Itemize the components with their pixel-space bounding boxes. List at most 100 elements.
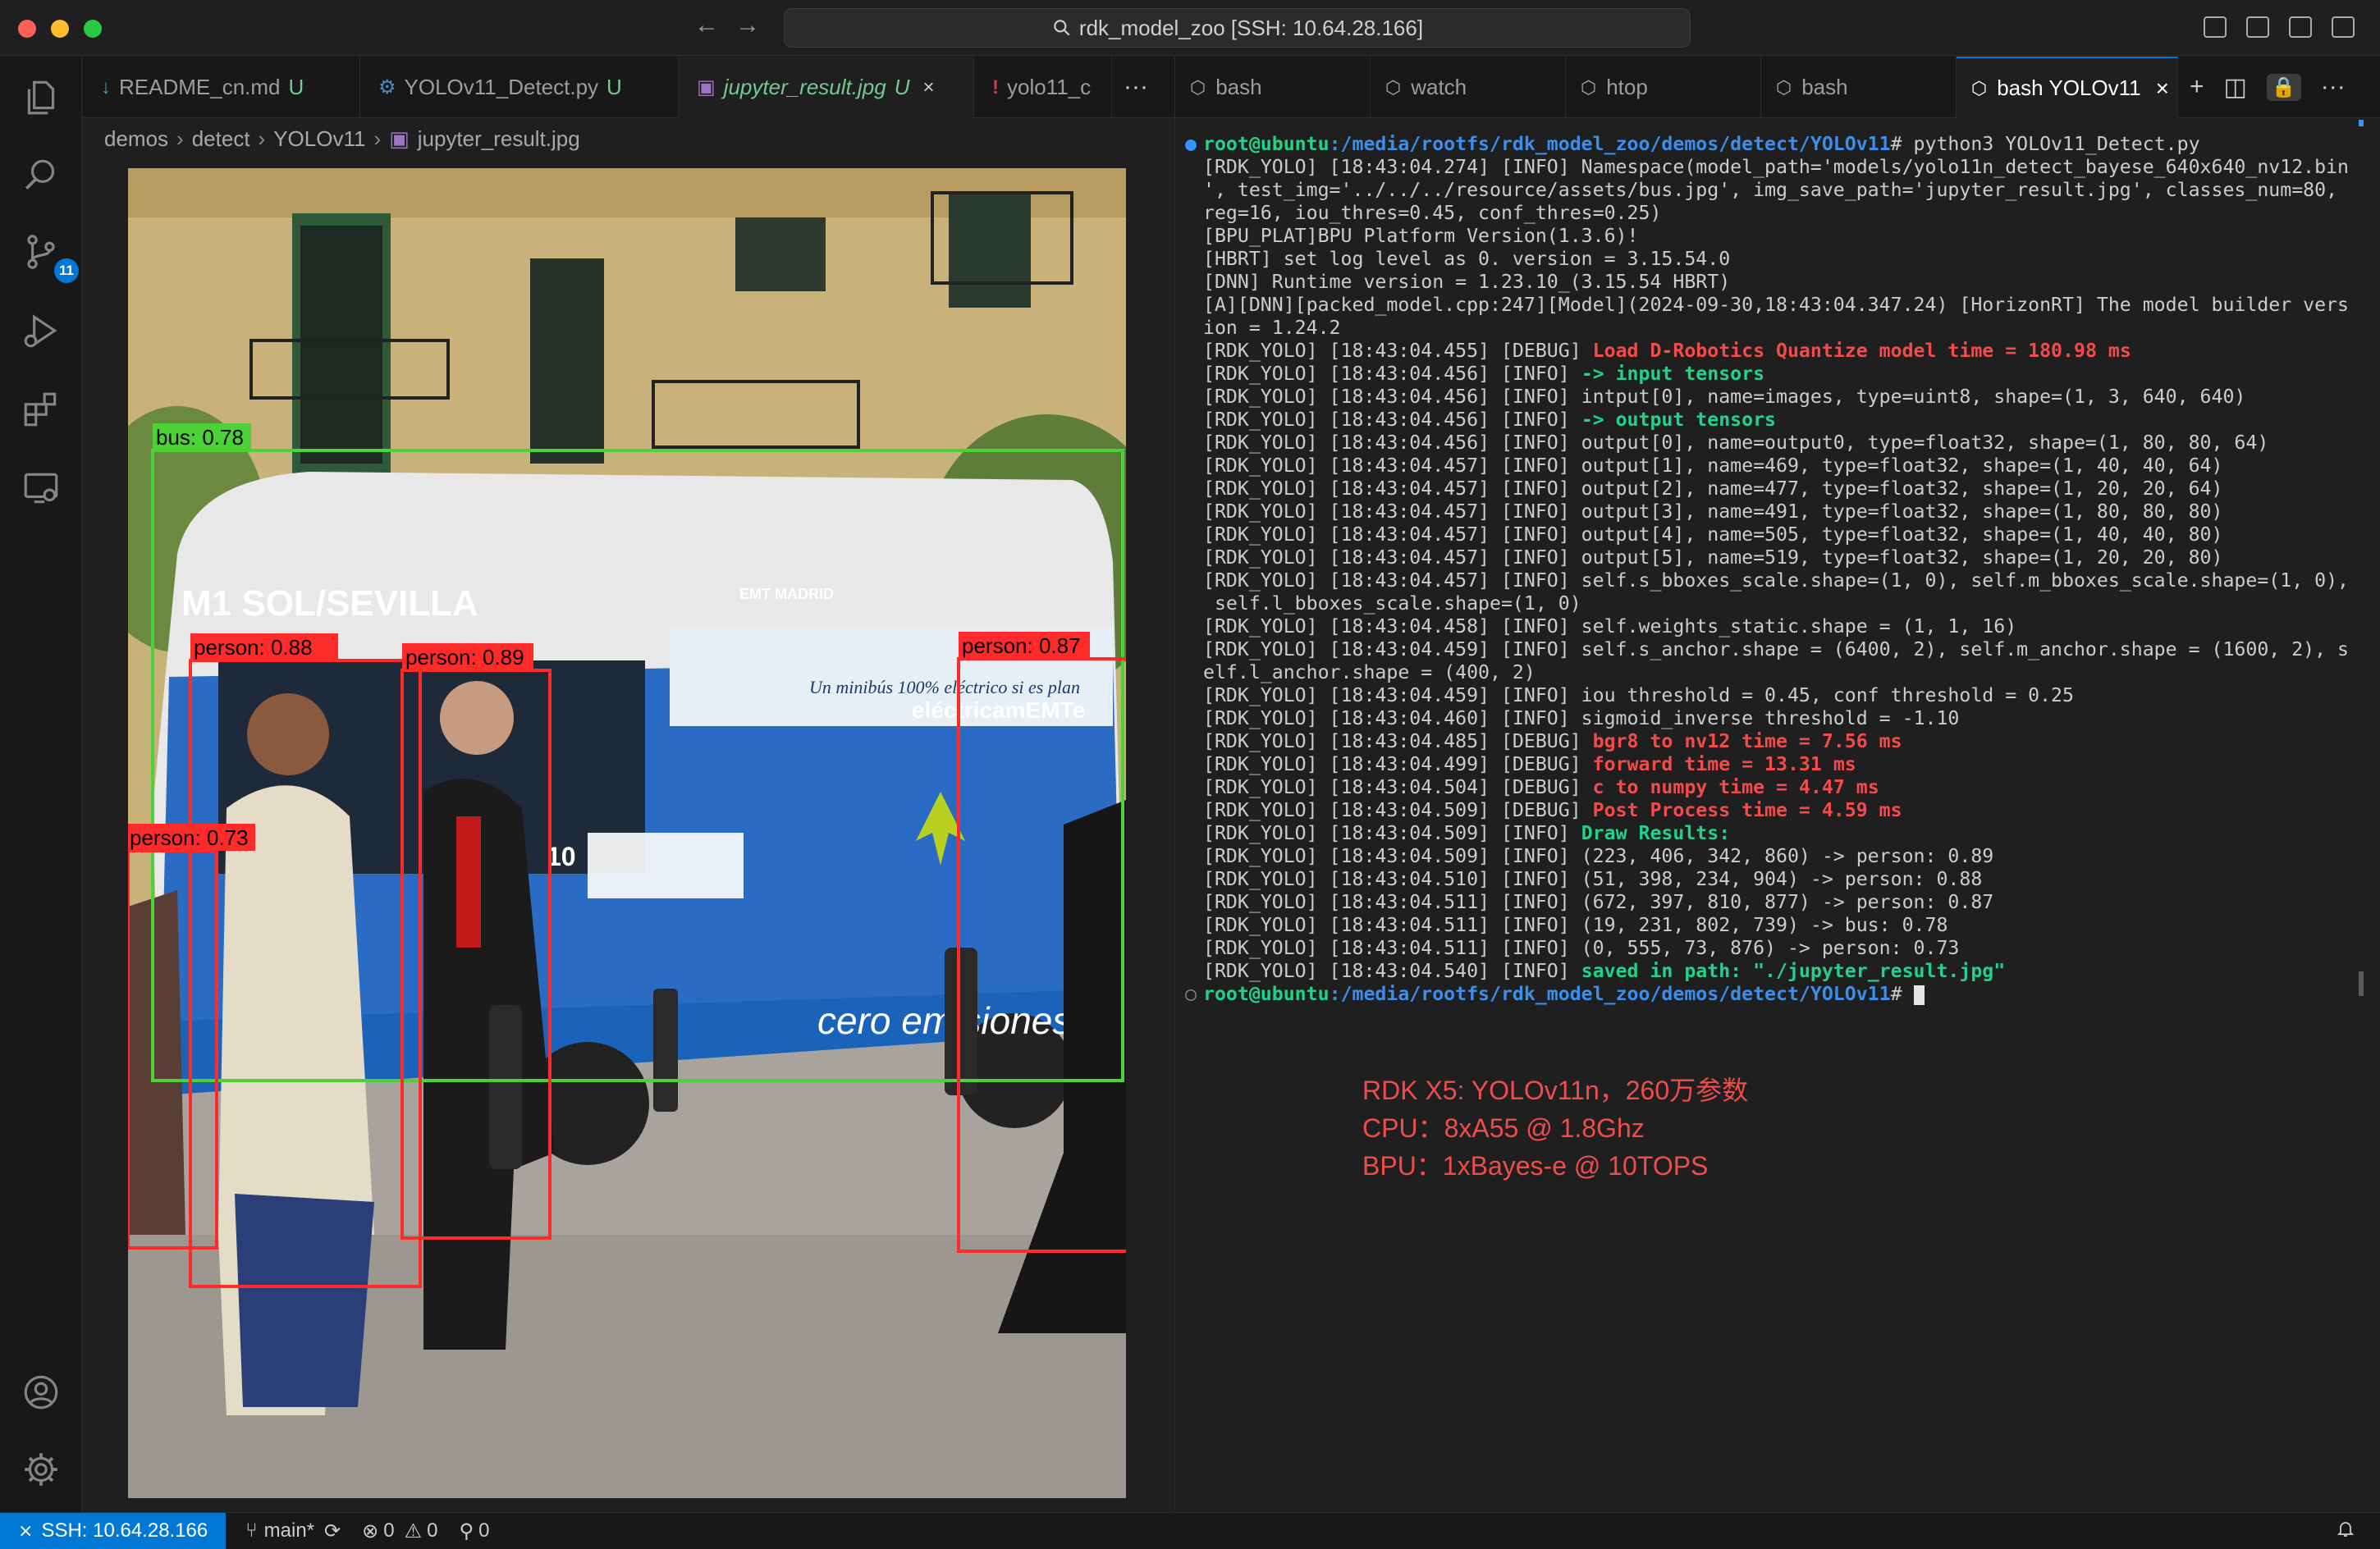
breadcrumb-item[interactable]: jupyter_result.jpg — [418, 126, 580, 152]
command-success-dot-icon: ● — [1185, 133, 1197, 155]
extensions-icon[interactable] — [18, 386, 64, 432]
close-tab-icon[interactable]: × — [2156, 75, 2169, 102]
scroll-marker — [2359, 120, 2364, 126]
line-text: [RDK_YOLO] [18:43:04.499] [DEBUG] — [1203, 753, 1593, 775]
terminal-line: [RDK_YOLO] [18:43:04.509] [INFO] Draw Re… — [1185, 822, 2367, 845]
source-control-icon[interactable]: 11 — [18, 229, 79, 283]
line-text: [RDK_YOLO] [18:43:04.485] [DEBUG] — [1203, 730, 1593, 752]
explorer-icon[interactable] — [18, 75, 64, 121]
terminal-line: [RDK_YOLO] [18:43:04.455] [DEBUG] Load D… — [1185, 340, 2367, 363]
terminal-tab-label: bash — [1801, 75, 1848, 99]
remote-explorer-icon[interactable] — [18, 465, 64, 511]
remote-indicator[interactable]: ⨯ SSH: 10.64.28.166 — [0, 1512, 227, 1549]
terminal-line: elf.l_anchor.shape = (400, 2) — [1185, 661, 2367, 684]
terminal-line: [RDK_YOLO] [18:43:04.456] [INFO] -> inpu… — [1185, 363, 2367, 386]
terminal-scrollbar[interactable] — [2359, 118, 2365, 1512]
problems-indicator[interactable]: ⊗ 0 ⚠ 0 — [362, 1519, 437, 1543]
maximize-window-button[interactable] — [84, 20, 102, 38]
git-branch-icon: ⑂ — [245, 1519, 258, 1542]
search-icon — [1054, 20, 1070, 36]
terminal-tab-bash-yolov11[interactable]: ⬡ bash YOLOv11 × — [1957, 57, 2178, 118]
search-icon[interactable] — [18, 152, 64, 198]
terminal-line: [RDK_YOLO] [18:43:04.459] [INFO] iou thr… — [1185, 684, 2367, 707]
terminal-active-prompt: ○ root@ubuntu:/media/rootfs/rdk_model_zoo… — [1185, 983, 2367, 1006]
python-icon: ⚙ — [378, 76, 396, 98]
customize-layout-icon[interactable] — [2332, 16, 2355, 38]
terminal-line: [RDK_YOLO] [18:43:04.504] [DEBUG] c to n… — [1185, 776, 2367, 799]
tab-yolov11-detect-py[interactable]: ⚙ YOLOv11_Detect.py U — [360, 57, 679, 118]
terminal-line: reg=16, iou_thres=0.45, conf_thres=0.25) — [1185, 202, 2367, 225]
line-text: [RDK_YOLO] [18:43:04.509] [INFO] — [1203, 822, 1581, 844]
terminal-tab-bash-2[interactable]: ⬡ bash — [1761, 57, 1957, 118]
tab-label: README_cn.md — [119, 75, 281, 99]
activity-bar: 11 — [0, 57, 82, 1512]
terminal-line: [RDK_YOLO] [18:43:04.540] [INFO] saved i… — [1185, 960, 2367, 983]
tab-jupyter-result[interactable]: ▣ jupyter_result.jpg U × — [679, 57, 974, 118]
line-text: [RDK_YOLO] [18:43:04.457] [INFO] self.s_… — [1203, 569, 2350, 592]
terminal-icon: ⬡ — [1190, 76, 1206, 98]
line-highlight: Draw Results: — [1581, 822, 1731, 844]
chevron-right-icon: › — [176, 126, 184, 151]
tab-yolo11-config[interactable]: ! yolo11_c — [974, 57, 1112, 118]
prompt-circle-icon: ○ — [1185, 983, 1197, 1005]
sync-icon[interactable]: ⟳ — [324, 1519, 341, 1543]
toggle-panel-icon[interactable] — [2246, 16, 2269, 38]
terminal-output[interactable]: ● root@ubuntu:/media/rootfs/rdk_model_zoo… — [1175, 118, 2367, 1512]
chevron-right-icon: › — [258, 126, 266, 151]
account-icon[interactable] — [18, 1369, 64, 1415]
line-highlight: Post Process time = 4.59 ms — [1592, 799, 1902, 821]
notifications-bell-icon[interactable] — [2336, 1519, 2355, 1544]
forward-arrow-icon[interactable]: → — [735, 11, 760, 39]
terminal-tab-watch[interactable]: ⬡ watch — [1371, 57, 1566, 118]
run-debug-icon[interactable] — [18, 308, 64, 354]
new-terminal-icon[interactable]: + — [2190, 73, 2204, 101]
line-text: [HBRT] set log level as 0. version = 3.1… — [1203, 248, 1731, 270]
split-terminal-icon[interactable]: ◫ — [2224, 73, 2247, 102]
line-text: [RDK_YOLO] [18:43:04.511] [INFO] (672, 3… — [1203, 891, 1994, 913]
terminal-line: [RDK_YOLO] [18:43:04.457] [INFO] output[… — [1185, 523, 2367, 546]
specs-line-bpu: BPU：1xBayes-e @ 10TOPS — [1362, 1151, 1709, 1181]
line-text: elf.l_anchor.shape = (400, 2) — [1203, 661, 1536, 683]
terminal-line: [RDK_YOLO] [18:43:04.485] [DEBUG] bgr8 t… — [1185, 730, 2367, 753]
close-tab-icon[interactable]: × — [922, 76, 934, 99]
specs-line-model: RDK X5: YOLOv11n，260万参数 — [1362, 1076, 1749, 1105]
branch-indicator[interactable]: ⑂ main* ⟳ — [245, 1519, 341, 1543]
error-icon: ⊗ — [362, 1519, 379, 1542]
more-actions-icon[interactable]: ··· — [1112, 57, 1160, 117]
minimize-window-button[interactable] — [51, 20, 69, 38]
line-text: [RDK_YOLO] [18:43:04.511] [INFO] (0, 555… — [1203, 937, 1960, 959]
toggle-sidebar-icon[interactable] — [2204, 16, 2227, 38]
close-window-button[interactable] — [18, 20, 36, 38]
toggle-secondary-sidebar-icon[interactable] — [2289, 16, 2312, 38]
back-arrow-icon[interactable]: ← — [694, 11, 719, 39]
branch-label: main* — [263, 1519, 315, 1542]
specs-line-cpu: CPU：8xA55 @ 1.8Ghz — [1362, 1113, 1645, 1143]
line-text: [RDK_YOLO] [18:43:04.457] [INFO] output[… — [1203, 523, 2223, 546]
line-text: [BPU_PLAT]BPU Platform Version(1.3.6)! — [1203, 225, 1639, 247]
terminal-line: [RDK_YOLO] [18:43:04.457] [INFO] self.s_… — [1185, 569, 2367, 592]
terminal-tab-bash[interactable]: ⬡ bash — [1175, 57, 1371, 118]
command-center-search[interactable]: rdk_model_zoo [SSH: 10.64.28.166] — [784, 8, 1691, 48]
line-text: [DNN] Runtime version = 1.23.10_(3.15.54… — [1203, 271, 1731, 293]
breadcrumb-item[interactable]: demos — [104, 126, 168, 152]
terminal-tab-htop[interactable]: ⬡ htop — [1566, 57, 1761, 118]
terminal-tab-label: watch — [1411, 75, 1467, 99]
breadcrumb-item[interactable]: YOLOv11 — [273, 126, 365, 152]
terminal-line: [RDK_YOLO] [18:43:04.458] [INFO] self.we… — [1185, 615, 2367, 638]
ports-indicator[interactable]: ⚲ 0 — [459, 1519, 489, 1543]
scroll-thumb[interactable] — [2359, 971, 2364, 996]
terminal-line: ', test_img='../../../resource/assets/bu… — [1185, 179, 2367, 202]
settings-gear-icon[interactable] — [18, 1446, 64, 1492]
hardware-specs-note: RDK X5: YOLOv11n，260万参数 CPU：8xA55 @ 1.8G… — [1362, 1072, 1748, 1185]
terminal-line: [DNN] Runtime version = 1.23.10_(3.15.54… — [1185, 271, 2367, 294]
lock-icon[interactable]: 🔒 — [2266, 73, 2301, 101]
command-center-text: rdk_model_zoo [SSH: 10.64.28.166] — [1078, 15, 1424, 40]
tab-readme[interactable]: ↓ README_cn.md U — [83, 57, 360, 118]
terminal-line: [A][DNN][packed_model.cpp:247][Model](20… — [1185, 294, 2367, 317]
line-text: self.l_bboxes_scale.shape=(1, 0) — [1203, 592, 1581, 615]
remote-connection-icon: ⨯ — [18, 1520, 34, 1541]
terminal-tab-label: htop — [1606, 75, 1648, 99]
breadcrumb-item[interactable]: detect — [192, 126, 250, 152]
more-actions-icon[interactable]: ··· — [2321, 73, 2346, 101]
line-text: [RDK_YOLO] [18:43:04.457] [INFO] output[… — [1203, 477, 2223, 500]
